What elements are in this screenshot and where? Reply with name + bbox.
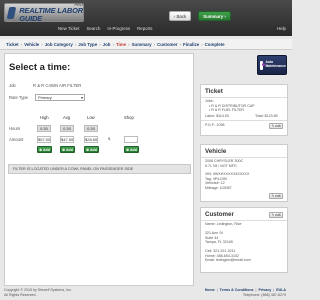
back-button[interactable]: ‹ Back <box>169 11 191 21</box>
add-high-button[interactable]: ⊕ Add <box>37 146 52 153</box>
hours-label: Hours <box>9 126 21 131</box>
ticket-job-1: • R & R DISTRIBUTOR CAP <box>209 103 255 108</box>
add-avg-button[interactable]: ⊕ Add <box>60 146 75 153</box>
rate-type-select[interactable]: Primary <box>35 94 85 101</box>
crumb-customer[interactable]: Customer <box>157 42 178 47</box>
logo-mark-icon <box>6 6 17 19</box>
time-selection-panel: Select a time: Job R & R CABIN AIR FILTE… <box>4 53 194 286</box>
ticket-labor: Labor: $114.00 <box>205 114 229 118</box>
auto-maintenance-button[interactable]: Auto Maintenance <box>257 55 287 75</box>
amount-low: $28.50 <box>84 136 98 143</box>
crumb-time: Time <box>115 41 127 47</box>
add-low-button[interactable]: ⊕ Add <box>84 146 99 153</box>
logo-main: REALTIME LABOR GUIDE <box>19 6 83 23</box>
vehicle-mileage: Mileage: 103087 <box>205 185 232 190</box>
crumb-vehicle[interactable]: Vehicle <box>24 42 39 47</box>
page-title: Select a time: <box>9 62 71 73</box>
customer-name: Name: Ledington, Rice <box>205 222 242 226</box>
customer-card: Customer ✎ edit Name: Ledington, Rice 32… <box>200 207 288 273</box>
ticket-job-2: • R & R FUEL FILTER <box>209 108 245 112</box>
vehicle-model: 2006 CHRYSLER 300C <box>205 159 244 163</box>
rate-type-label: Rate Type <box>9 95 29 100</box>
hours-high: 0.30 <box>37 125 51 132</box>
header: PRO REALTIME LABOR GUIDE New Ticket Sear… <box>0 0 292 36</box>
nav-new-ticket[interactable]: New Ticket <box>58 26 79 31</box>
footer-privacy-link[interactable]: Privacy <box>258 288 271 292</box>
nav-reports[interactable]: Reports <box>137 26 152 31</box>
crumb-summary[interactable]: Summary <box>132 42 152 47</box>
crumb-finalize[interactable]: Finalize <box>183 42 199 47</box>
maintenance-label: Auto Maintenance <box>265 60 286 68</box>
summary-button[interactable]: Summary › <box>198 11 231 21</box>
crumb-job-type[interactable]: Job Type <box>78 42 97 47</box>
footer: Copyright © 2015 by Stewell Systems, Inc… <box>0 287 292 300</box>
hours-avg: 0.30 <box>60 125 74 132</box>
customer-title: Customer <box>205 211 234 218</box>
footer-eula-link[interactable]: EULA <box>276 288 286 292</box>
vehicle-engine: 5.7L V8 / NOT MFD <box>205 163 237 168</box>
breadcrumb: Ticket › Vehicle › Job Category › Job Type ›… <box>0 39 292 50</box>
vehicle-vin: VIN: 5WXHXXXXX4XXXXX <box>205 172 250 176</box>
col-avg: Avg <box>63 115 71 120</box>
customer-home: Home: 488-654-3102 <box>205 253 239 258</box>
footer-phone: Telephone: (866) 487-6279 <box>242 293 286 297</box>
footer-terms-link[interactable]: Terms & Conditions <box>220 288 254 292</box>
dollar-sign: $ <box>108 136 111 141</box>
crumb-job[interactable]: Job <box>103 42 111 47</box>
maintenance-icon <box>260 60 266 70</box>
job-note: FILTER IS LOCATED UNDER A COWL PANEL ON … <box>8 164 191 174</box>
shop-amount-input[interactable] <box>124 136 138 143</box>
vehicle-title: Vehicle <box>205 148 227 155</box>
job-label: Job <box>9 83 16 88</box>
col-low: Low <box>87 115 95 120</box>
crumb-ticket[interactable]: Ticket <box>6 42 19 47</box>
nav-in-progress[interactable]: In-Progress <box>107 26 130 31</box>
footer-copyright: Copyright © 2015 by Stewell Systems, Inc… <box>4 288 72 297</box>
customer-email: Email: ledington@email.com <box>205 258 251 262</box>
crumb-job-category[interactable]: Job Category <box>45 42 73 47</box>
amount-high: $57.00 <box>37 136 51 143</box>
ticket-jobs-label: Jobs: <box>205 99 214 103</box>
amount-label: Amount <box>9 137 24 142</box>
top-nav: New Ticket Search In-Progress Reports <box>58 26 152 31</box>
job-value: R & R CABIN AIR FILTER <box>33 83 82 88</box>
nav-search[interactable]: Search <box>86 26 100 31</box>
customer-city: Tampa, FL 32165 <box>205 240 233 244</box>
col-shop: Shop <box>124 115 134 120</box>
ticket-pof: P.O.F.: 1098 <box>205 123 225 127</box>
col-high: High <box>40 115 49 120</box>
vehicle-tag: Tag: 4P4-D50 <box>205 176 227 181</box>
amount-avg: $47.50 <box>60 136 74 143</box>
footer-home-link[interactable]: Home <box>205 288 215 292</box>
customer-suite: Suite 44 <box>205 235 219 240</box>
footer-links: Home | Terms & Conditions | Privacy | EULA <box>204 288 286 292</box>
vehicle-number: Vehicle#: 12 <box>205 181 225 185</box>
help-link[interactable]: Help <box>277 26 286 31</box>
vehicle-edit-button[interactable]: ✎ edit <box>269 193 283 199</box>
add-shop-button[interactable]: ⊕ Add <box>124 146 139 153</box>
logo-text: PRO REALTIME LABOR GUIDE <box>19 3 83 22</box>
vehicle-card: Vehicle 2006 CHRYSLER 300C 5.7L V8 / NOT… <box>200 144 288 202</box>
customer-street: 321 Ann St <box>205 231 223 235</box>
hours-low: 0.30 <box>84 125 98 132</box>
customer-cell: Cell: 321-321-3211 <box>205 249 236 253</box>
customer-edit-button[interactable]: ✎ edit <box>269 212 283 218</box>
ticket-edit-button[interactable]: ✎ edit <box>269 123 283 129</box>
ticket-title: Ticket <box>205 88 223 95</box>
ticket-total: Total: $123.85 <box>255 114 278 118</box>
ticket-card: Ticket Jobs: • R & R DISTRIBUTOR CAP • R… <box>200 84 288 136</box>
app-logo[interactable]: PRO REALTIME LABOR GUIDE <box>4 3 84 22</box>
crumb-complete[interactable]: Complete <box>205 42 225 47</box>
